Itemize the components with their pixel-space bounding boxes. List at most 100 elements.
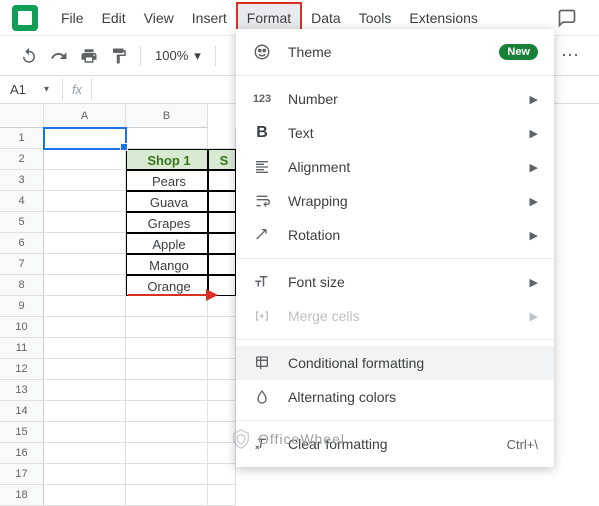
comment-icon[interactable] (555, 6, 579, 30)
menu-rotation[interactable]: Rotation ▶ (236, 218, 554, 252)
cell[interactable] (208, 464, 236, 485)
cell[interactable] (44, 359, 126, 380)
menu-extensions[interactable]: Extensions (400, 4, 486, 32)
row-header[interactable]: 15 (0, 422, 44, 443)
cell[interactable] (44, 254, 126, 275)
row-header[interactable]: 4 (0, 191, 44, 212)
cell[interactable] (208, 401, 236, 422)
cell[interactable] (44, 212, 126, 233)
row-header[interactable]: 2 (0, 149, 44, 170)
cell[interactable] (208, 317, 236, 338)
cell[interactable]: Mango (126, 254, 208, 275)
cell[interactable] (44, 296, 126, 317)
paint-format-icon[interactable] (106, 43, 132, 69)
cell[interactable] (126, 338, 208, 359)
menu-divider (236, 420, 554, 421)
menu-tools[interactable]: Tools (350, 4, 401, 32)
menu-number[interactable]: 123 Number ▶ (236, 82, 554, 116)
row-header[interactable]: 5 (0, 212, 44, 233)
cell[interactable] (44, 191, 126, 212)
row-header[interactable]: 13 (0, 380, 44, 401)
cell[interactable]: Pears (126, 170, 208, 191)
cell[interactable] (126, 422, 208, 443)
cell[interactable] (208, 254, 236, 275)
menu-fontsize[interactable]: Font size ▶ (236, 265, 554, 299)
cell[interactable] (44, 275, 126, 296)
menu-file[interactable]: File (52, 4, 93, 32)
cell[interactable] (44, 464, 126, 485)
row-header[interactable]: 6 (0, 233, 44, 254)
cell[interactable] (208, 359, 236, 380)
cell[interactable] (208, 338, 236, 359)
cell[interactable] (44, 128, 126, 149)
theme-icon (252, 43, 272, 61)
menu-text[interactable]: B Text ▶ (236, 116, 554, 150)
menu-view[interactable]: View (135, 4, 183, 32)
row-header[interactable]: 11 (0, 338, 44, 359)
cell[interactable] (44, 401, 126, 422)
cell[interactable] (126, 128, 208, 149)
sheets-logo-icon[interactable] (12, 5, 38, 31)
cell[interactable] (44, 233, 126, 254)
row-header[interactable]: 17 (0, 464, 44, 485)
menu-insert[interactable]: Insert (183, 4, 236, 32)
row-header[interactable]: 8 (0, 275, 44, 296)
select-all-corner[interactable] (0, 104, 44, 128)
cell[interactable] (44, 338, 126, 359)
cell[interactable] (126, 317, 208, 338)
cell[interactable] (208, 128, 236, 149)
cell[interactable]: Apple (126, 233, 208, 254)
cell[interactable]: Guava (126, 191, 208, 212)
cell[interactable] (208, 233, 236, 254)
column-header[interactable]: B (126, 104, 208, 128)
cell[interactable] (44, 317, 126, 338)
menu-alignment[interactable]: Alignment ▶ (236, 150, 554, 184)
toolbar-more-icon[interactable]: ⋯ (561, 45, 581, 66)
cell[interactable] (44, 380, 126, 401)
cell[interactable]: S (208, 149, 236, 170)
redo-icon[interactable] (46, 43, 72, 69)
cell[interactable] (44, 443, 126, 464)
cell[interactable] (126, 464, 208, 485)
cell[interactable] (44, 422, 126, 443)
menu-data[interactable]: Data (302, 4, 350, 32)
grid-row: 17 (0, 464, 599, 485)
cell[interactable] (126, 296, 208, 317)
row-header[interactable]: 14 (0, 401, 44, 422)
cell[interactable] (126, 359, 208, 380)
cell[interactable]: Orange (126, 275, 208, 296)
print-icon[interactable] (76, 43, 102, 69)
cell[interactable] (126, 401, 208, 422)
row-header[interactable]: 16 (0, 443, 44, 464)
cell[interactable] (208, 212, 236, 233)
cell[interactable] (126, 443, 208, 464)
menu-divider (236, 75, 554, 76)
row-header[interactable]: 10 (0, 317, 44, 338)
cell[interactable] (126, 380, 208, 401)
cell[interactable] (208, 380, 236, 401)
row-header[interactable]: 3 (0, 170, 44, 191)
row-header[interactable]: 1 (0, 128, 44, 149)
cell[interactable] (208, 191, 236, 212)
cell[interactable]: Grapes (126, 212, 208, 233)
undo-icon[interactable] (16, 43, 42, 69)
cell[interactable] (44, 170, 126, 191)
row-header[interactable]: 12 (0, 359, 44, 380)
menu-label: Conditional formatting (288, 355, 538, 371)
cell[interactable] (44, 149, 126, 170)
format-menu-dropdown: Theme New 123 Number ▶ B Text ▶ Alignmen… (236, 29, 554, 467)
menu-alternating-colors[interactable]: Alternating colors (236, 380, 554, 414)
name-box[interactable]: A1 (0, 82, 44, 97)
menu-wrapping[interactable]: Wrapping ▶ (236, 184, 554, 218)
chevron-down-icon[interactable]: ▾ (44, 84, 62, 95)
cell[interactable]: Shop 1 (126, 149, 208, 170)
menu-edit[interactable]: Edit (93, 4, 135, 32)
menu-conditional-formatting[interactable]: Conditional formatting (236, 346, 554, 380)
zoom-select[interactable]: 100%▾ (149, 48, 207, 64)
menu-theme[interactable]: Theme New (236, 35, 554, 69)
row-header[interactable]: 7 (0, 254, 44, 275)
submenu-arrow-icon: ▶ (530, 229, 538, 242)
column-header[interactable]: A (44, 104, 126, 128)
row-header[interactable]: 9 (0, 296, 44, 317)
cell[interactable] (208, 170, 236, 191)
